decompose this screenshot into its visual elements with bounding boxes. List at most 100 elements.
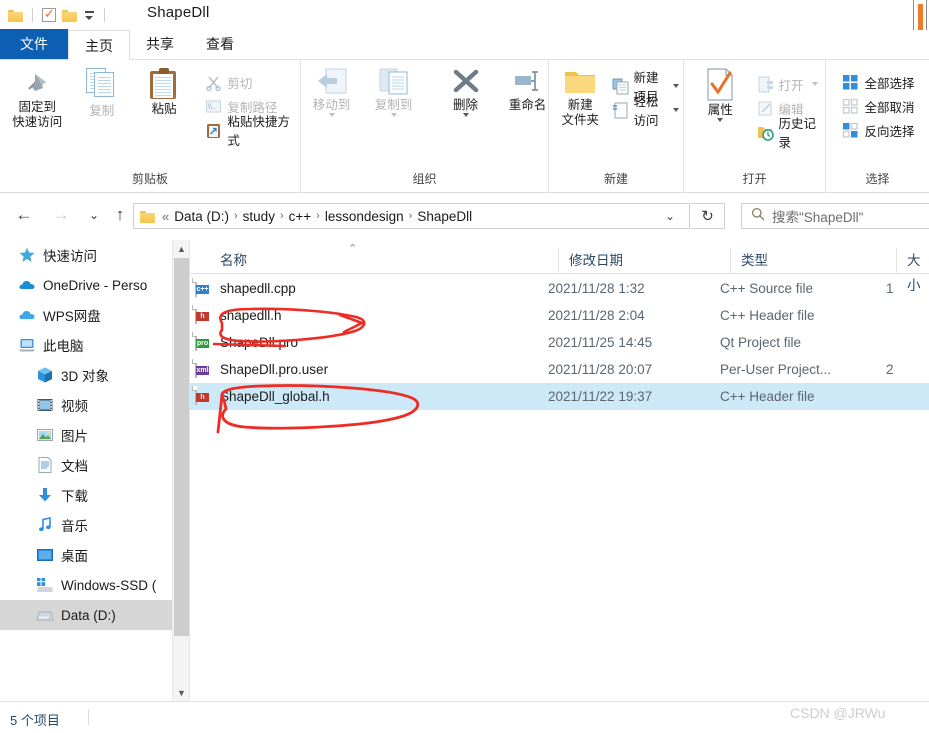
- forward-button[interactable]: →: [49, 203, 73, 227]
- table-row[interactable]: pro ShapeDll.pro 2021/11/25 14:45 Qt Pro…: [190, 329, 929, 356]
- address-bar[interactable]: « Data (D:) › study › c++ › lessondesign…: [133, 203, 690, 229]
- up-button[interactable]: ↑: [108, 203, 132, 227]
- new-item-icon: [612, 78, 629, 95]
- table-row[interactable]: xml ShapeDll.pro.user 2021/11/28 20:07 P…: [190, 356, 929, 383]
- group-label-clipboard: 剪贴板: [131, 172, 168, 186]
- column-header-name[interactable]: 名称: [210, 248, 558, 273]
- sidebar-item-pictures[interactable]: 图片: [0, 420, 172, 450]
- sidebar-label-desktop: 桌面: [61, 549, 88, 564]
- drive-icon: [36, 606, 54, 624]
- properties-button[interactable]: 属性: [692, 66, 749, 122]
- ribbon: 固定到 快速访问 复制 粘贴 剪切 \\.. 复制路径 粘贴快捷方式 剪贴板 移…: [0, 60, 929, 193]
- address-dropdown-icon[interactable]: ⌄: [655, 209, 685, 223]
- delete-button[interactable]: 删除: [435, 66, 497, 117]
- sidebar-item-windows-ssd[interactable]: Windows-SSD (: [0, 570, 172, 600]
- select-all-button[interactable]: 全部选择: [838, 70, 918, 94]
- new-folder-icon[interactable]: [62, 9, 77, 22]
- customize-caret-icon[interactable]: [83, 10, 95, 20]
- file-date: 2021/11/25 14:45: [548, 335, 653, 350]
- copy-label: 复制: [89, 104, 115, 118]
- recent-locations-button[interactable]: ⌄: [82, 203, 106, 227]
- move-to-button[interactable]: 移动到: [301, 66, 363, 117]
- breadcrumb-item-3[interactable]: lessondesign: [322, 209, 407, 224]
- folder-icon[interactable]: [8, 9, 23, 22]
- sidebar-item-onedrive[interactable]: OneDrive - Perso: [0, 270, 172, 300]
- tab-file[interactable]: 文件: [0, 29, 68, 59]
- address-folder-icon: [140, 210, 155, 223]
- sidebar-item-wps-cloud[interactable]: WPS网盘: [0, 300, 172, 330]
- table-row[interactable]: h ShapeDll_global.h 2021/11/22 19:37 C++…: [190, 383, 929, 410]
- sidebar-item-downloads[interactable]: 下载: [0, 480, 172, 510]
- breadcrumb-overflow[interactable]: «: [160, 209, 171, 224]
- pin-to-quick-access-button[interactable]: 固定到 快速访问: [8, 66, 66, 130]
- refresh-button[interactable]: ↻: [691, 203, 725, 229]
- paste-label: 粘贴: [151, 102, 177, 116]
- properties-caret-icon[interactable]: [717, 118, 724, 122]
- invert-selection-button[interactable]: 反向选择: [838, 118, 918, 142]
- sidebar-scroll-thumb[interactable]: [174, 258, 189, 636]
- sidebar-label-wps-cloud: WPS网盘: [43, 309, 101, 324]
- wps-cloud-icon: [18, 306, 36, 324]
- open-button[interactable]: 打开: [753, 72, 825, 96]
- sidebar-item-data-d[interactable]: Data (D:): [0, 600, 172, 630]
- easy-access-icon: [612, 102, 629, 119]
- copy-to-caret-icon[interactable]: [390, 113, 397, 117]
- table-row[interactable]: c++ shapedll.cpp 2021/11/28 1:32 C++ Sou…: [190, 275, 929, 302]
- breadcrumb-item-4[interactable]: ShapeDll: [414, 209, 475, 224]
- breadcrumb-sep-1[interactable]: ›: [278, 210, 286, 222]
- scroll-down-arrow-icon[interactable]: ▼: [173, 684, 190, 701]
- select-none-button[interactable]: 全部取消: [838, 94, 918, 118]
- search-box[interactable]: 搜索"ShapeDll": [741, 203, 929, 229]
- sidebar-item-this-pc[interactable]: 此电脑: [0, 330, 172, 360]
- breadcrumb-sep-0[interactable]: ›: [232, 210, 240, 222]
- tab-home[interactable]: 主页: [68, 30, 130, 60]
- easy-access-button[interactable]: 轻松访问: [608, 95, 683, 128]
- sidebar-item-documents[interactable]: 文档: [0, 450, 172, 480]
- sidebar-item-desktop[interactable]: 桌面: [0, 540, 172, 570]
- properties-check-icon[interactable]: [42, 6, 56, 22]
- tab-share[interactable]: 共享: [130, 29, 190, 59]
- breadcrumb-sep-3[interactable]: ›: [407, 210, 415, 222]
- open-caret-icon[interactable]: [811, 82, 818, 86]
- sidebar-label-data-d: Data (D:): [61, 607, 116, 623]
- back-button[interactable]: ←: [12, 203, 36, 227]
- sidebar-item-quick-access[interactable]: 快速访问: [0, 240, 172, 270]
- column-header-type[interactable]: 类型: [730, 248, 896, 273]
- breadcrumb-sep-2[interactable]: ›: [314, 210, 322, 222]
- sidebar-label-3d-objects: 3D 对象: [61, 369, 110, 384]
- delete-caret-icon[interactable]: [462, 113, 469, 117]
- new-folder-button[interactable]: 新建 文件夹: [555, 66, 606, 128]
- sidebar-item-3d-objects[interactable]: 3D 对象: [0, 360, 172, 390]
- sidebar-item-videos[interactable]: 视频: [0, 390, 172, 420]
- copy-button[interactable]: 复制: [72, 66, 130, 119]
- paste-shortcut-button[interactable]: 粘贴快捷方式: [201, 115, 300, 148]
- file-name: ShapeDll.pro: [220, 335, 299, 350]
- scroll-up-arrow-icon[interactable]: ▲: [173, 240, 190, 257]
- search-icon: [751, 207, 765, 226]
- column-header-date[interactable]: 修改日期: [558, 248, 730, 273]
- copy-to-button[interactable]: 复制到: [363, 66, 425, 117]
- file-date: 2021/11/28 20:07: [548, 362, 653, 377]
- sidebar-item-music[interactable]: 音乐: [0, 510, 172, 540]
- edit-icon: [757, 100, 774, 117]
- column-header-size[interactable]: 大小: [896, 248, 929, 293]
- breadcrumb-item-1[interactable]: study: [240, 209, 278, 224]
- tab-view[interactable]: 查看: [190, 29, 250, 59]
- table-row[interactable]: h shapedll.h 2021/11/28 2:04 C++ Header …: [190, 302, 929, 329]
- breadcrumb-item-0[interactable]: Data (D:): [171, 209, 232, 224]
- easy-access-caret-icon[interactable]: [673, 108, 679, 112]
- qat-divider: [32, 8, 33, 22]
- sidebar-scrollbar[interactable]: ▲ ▼: [172, 240, 189, 701]
- group-label-new: 新建: [603, 172, 628, 186]
- file-type: C++ Header file: [720, 389, 815, 404]
- move-to-caret-icon[interactable]: [328, 113, 335, 117]
- new-item-caret-icon[interactable]: [673, 84, 679, 88]
- quick-access-toolbar: [8, 5, 108, 25]
- cut-button[interactable]: 剪切: [201, 70, 300, 94]
- breadcrumb-item-2[interactable]: c++: [286, 209, 315, 224]
- invert-selection-label: 反向选择: [864, 124, 915, 139]
- history-button[interactable]: 历史记录: [753, 117, 825, 150]
- paste-button[interactable]: 粘贴: [135, 66, 193, 117]
- ribbon-group-clipboard: 固定到 快速访问 复制 粘贴 剪切 \\.. 复制路径 粘贴快捷方式 剪贴板: [0, 60, 301, 193]
- pro-file-icon: pro: [192, 332, 212, 352]
